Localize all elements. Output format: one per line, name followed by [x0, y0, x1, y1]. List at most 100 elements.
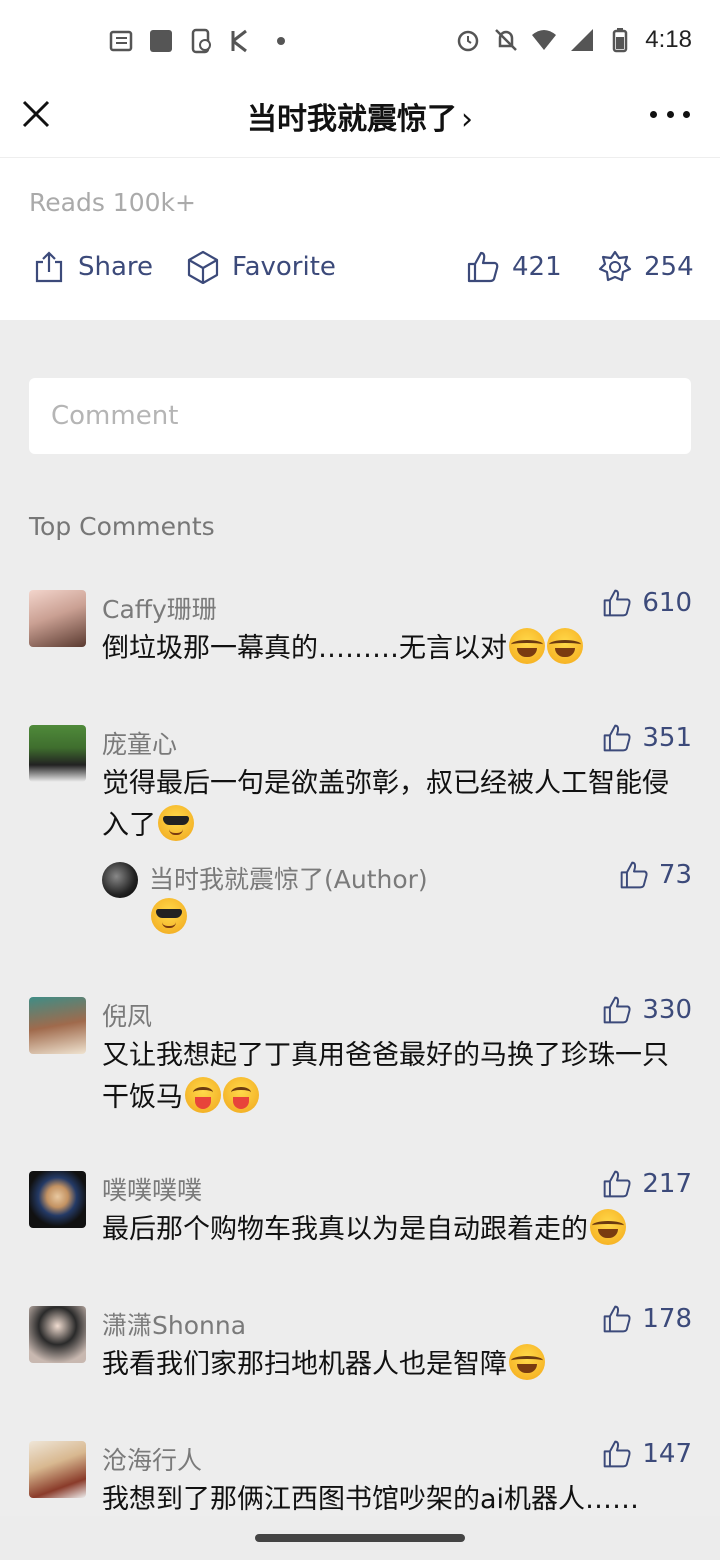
top-comments-heading: Top Comments	[29, 512, 215, 541]
comment-item: 庞童心 351 觉得最后一句是欲盖弥彰，叔已经被人工智能侵入了 当时我就震惊了(…	[0, 723, 720, 945]
comment-like-count: 351	[642, 723, 692, 753]
laugh-cry-emoji-icon	[509, 1344, 545, 1380]
system-icons: 4:18	[455, 26, 692, 54]
comment-like-button[interactable]: 610	[602, 588, 692, 618]
comment-text[interactable]: 我看我们家那扫地机器人也是智障	[102, 1344, 682, 1386]
wow-count: 254	[644, 252, 694, 282]
comment-like-count: 330	[642, 995, 692, 1025]
comment-like-button[interactable]: 178	[602, 1304, 692, 1334]
title-text: 当时我就震惊了	[247, 102, 457, 137]
comment-body: 我看我们家那扫地机器人也是智障	[102, 1349, 507, 1380]
comment-text[interactable]: 我想到了那俩江西图书馆吵架的ai机器人……	[102, 1479, 682, 1521]
comment-text[interactable]: 倒垃圾那一幕真的………无言以对	[102, 628, 682, 670]
phone-sync-icon	[191, 28, 211, 54]
share-label: Share	[78, 252, 154, 282]
thumbs-up-icon	[620, 861, 648, 889]
reply-like-count: 73	[658, 860, 692, 890]
action-bar: Share Favorite 421 254	[0, 250, 720, 294]
page-title[interactable]: 当时我就震惊了 ›	[0, 94, 720, 138]
thumbs-up-icon	[604, 996, 631, 1024]
comment-item: 沧海行人 147 我想到了那俩江西图书馆吵架的ai机器人……	[0, 1439, 720, 1521]
laugh-cry-emoji-icon	[509, 628, 545, 664]
drool-emoji-icon	[223, 1077, 259, 1113]
comment-username[interactable]: 潇潇Shonna	[102, 1306, 246, 1342]
comment-text[interactable]: 最后那个购物车我真以为是自动跟着走的	[102, 1209, 682, 1251]
share-button[interactable]: Share	[32, 250, 153, 284]
star-gear-icon	[598, 250, 632, 282]
home-gesture-handle[interactable]	[255, 1534, 465, 1542]
more-options-icon[interactable]	[650, 102, 690, 126]
author-avatar[interactable]	[102, 862, 138, 898]
drool-emoji-icon	[185, 1077, 221, 1113]
thumbs-up-icon	[604, 1305, 631, 1333]
avatar[interactable]	[29, 997, 86, 1054]
avatar[interactable]	[29, 1171, 86, 1228]
comment-text[interactable]: 觉得最后一句是欲盖弥彰，叔已经被人工智能侵入了	[102, 763, 682, 847]
reply-text[interactable]	[149, 898, 187, 934]
comment-username[interactable]: Caffy珊珊	[102, 590, 217, 626]
smirk-emoji-icon	[158, 805, 194, 841]
comment-input[interactable]	[29, 378, 691, 454]
author-reply: 当时我就震惊了(Author) 73	[102, 860, 692, 942]
comment-like-count: 217	[642, 1169, 692, 1199]
comment-item: Caffy珊珊 610 倒垃圾那一幕真的………无言以对	[0, 588, 720, 690]
news-icon	[109, 30, 133, 52]
thumbs-up-icon	[467, 251, 499, 283]
laugh-cry-emoji-icon	[590, 1209, 626, 1245]
comment-item: 潇潇Shonna 178 我看我们家那扫地机器人也是智障	[0, 1304, 720, 1406]
comment-username[interactable]: 庞童心	[102, 725, 177, 761]
comment-like-count: 178	[642, 1304, 692, 1334]
comment-like-button[interactable]: 351	[602, 723, 692, 753]
thumbs-up-icon	[604, 724, 631, 752]
chevron-right-icon: ›	[461, 102, 473, 137]
favorite-button[interactable]: Favorite	[186, 250, 336, 284]
thumbs-up-icon	[604, 1440, 631, 1468]
wifi-icon	[532, 30, 557, 50]
gesture-navigation-bar	[0, 1516, 720, 1560]
reply-username[interactable]: 当时我就震惊了(Author)	[149, 860, 428, 896]
avatar[interactable]	[29, 725, 86, 782]
title-bar: 当时我就震惊了 ›	[0, 80, 720, 158]
comment-body: 最后那个购物车我真以为是自动跟着走的	[102, 1214, 588, 1245]
reply-like-button[interactable]: 73	[619, 860, 692, 890]
thumbs-up-icon	[604, 1170, 631, 1198]
comment-username[interactable]: 倪凤	[102, 997, 152, 1033]
comment-body: 倒垃圾那一幕真的………无言以对	[102, 633, 507, 664]
share-icon	[35, 251, 63, 283]
mute-icon	[495, 29, 518, 51]
laugh-cry-emoji-icon	[547, 628, 583, 664]
comment-item: 噗噗噗噗 217 最后那个购物车我真以为是自动跟着走的	[0, 1169, 720, 1271]
article-footer: Reads 100k+ Share Favorite 421 254	[0, 158, 720, 320]
wow-button[interactable]: 254	[598, 250, 694, 284]
comment-field-container	[29, 378, 691, 454]
avatar[interactable]	[29, 1441, 86, 1498]
comment-username[interactable]: 噗噗噗噗	[102, 1171, 202, 1207]
like-button[interactable]: 421	[466, 250, 562, 284]
avatar[interactable]	[29, 1306, 86, 1363]
comment-body: 我想到了那俩江西图书馆吵架的ai机器人……	[102, 1484, 640, 1515]
k-app-icon	[231, 29, 247, 53]
comment-item: 倪凤 330 又让我想起了丁真用爸爸最好的马换了珍珠一只干饭马	[0, 995, 720, 1127]
comment-like-count: 147	[642, 1439, 692, 1469]
clock: 4:18	[645, 26, 692, 53]
alarm-icon	[458, 30, 479, 52]
thumbs-up-icon	[604, 589, 631, 617]
status-bar: 4:18	[0, 0, 720, 80]
avatar[interactable]	[29, 590, 86, 647]
comment-username[interactable]: 沧海行人	[102, 1441, 202, 1477]
comment-like-button[interactable]: 330	[602, 995, 692, 1025]
bible-icon	[150, 30, 172, 52]
comment-text[interactable]: 又让我想起了丁真用爸爸最好的马换了珍珠一只干饭马	[102, 1035, 682, 1119]
notification-icons	[108, 28, 294, 54]
cube-icon	[187, 250, 219, 284]
like-count: 421	[512, 252, 562, 282]
signal-icon	[571, 29, 594, 51]
sunglasses-emoji-icon	[151, 898, 187, 934]
favorite-label: Favorite	[232, 252, 336, 282]
dot-icon	[277, 37, 285, 45]
comment-like-count: 610	[642, 588, 692, 618]
battery-icon	[613, 28, 628, 53]
comment-like-button[interactable]: 147	[602, 1439, 692, 1469]
comment-like-button[interactable]: 217	[602, 1169, 692, 1199]
read-count: Reads 100k+	[29, 188, 196, 217]
